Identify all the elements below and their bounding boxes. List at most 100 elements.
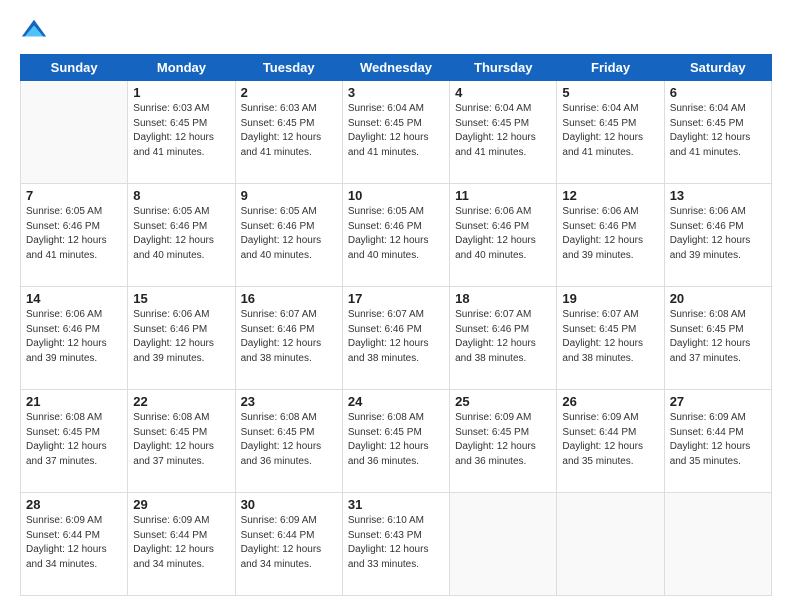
day-detail: Sunrise: 6:07 AMSunset: 6:46 PMDaylight:… bbox=[241, 308, 337, 366]
day-detail: Sunrise: 6:07 AMSunset: 6:46 PMDaylight:… bbox=[455, 308, 551, 366]
day-number: 14 bbox=[26, 291, 122, 306]
calendar-header: SundayMondayTuesdayWednesdayThursdayFrid… bbox=[21, 55, 772, 81]
day-number: 13 bbox=[670, 188, 766, 203]
day-number: 30 bbox=[241, 497, 337, 512]
calendar-cell: 2Sunrise: 6:03 AMSunset: 6:45 PMDaylight… bbox=[235, 81, 342, 184]
calendar-cell: 19Sunrise: 6:07 AMSunset: 6:45 PMDayligh… bbox=[557, 287, 664, 390]
day-number: 31 bbox=[348, 497, 444, 512]
day-detail: Sunrise: 6:04 AMSunset: 6:45 PMDaylight:… bbox=[348, 102, 444, 160]
calendar-cell bbox=[557, 493, 664, 596]
day-number: 25 bbox=[455, 394, 551, 409]
week-row-0: 1 Sunrise: 6:03 AMSunset: 6:45 PMDaylight… bbox=[21, 81, 772, 184]
calendar-cell: 6 Sunrise: 6:04 AMSunset: 6:45 PMDaylight… bbox=[664, 81, 771, 184]
day-detail: Sunrise: 6:09 AMSunset: 6:44 PMDaylight:… bbox=[133, 514, 229, 572]
calendar-cell: 10 Sunrise: 6:05 AMSunset: 6:46 PMDayligh… bbox=[342, 184, 449, 287]
day-detail: Sunrise: 6:10 AMSunset: 6:43 PMDaylight:… bbox=[348, 514, 444, 572]
calendar-cell: 14 Sunrise: 6:06 AMSunset: 6:46 PMDayligh… bbox=[21, 287, 128, 390]
day-number: 21 bbox=[26, 394, 122, 409]
day-detail: Sunrise: 6:05 AMSunset: 6:46 PMDaylight:… bbox=[26, 205, 122, 263]
day-number: 28 bbox=[26, 497, 122, 512]
calendar-cell: 28 Sunrise: 6:09 AMSunset: 6:44 PMDayligh… bbox=[21, 493, 128, 596]
day-number: 7 bbox=[26, 188, 122, 203]
day-detail: Sunrise: 6:09 AMSunset: 6:44 PMDaylight:… bbox=[562, 411, 658, 469]
header-day-wednesday: Wednesday bbox=[342, 55, 449, 81]
calendar-cell bbox=[664, 493, 771, 596]
calendar-cell: 17Sunrise: 6:07 AMSunset: 6:46 PMDayligh… bbox=[342, 287, 449, 390]
calendar-cell: 30Sunrise: 6:09 AMSunset: 6:44 PMDayligh… bbox=[235, 493, 342, 596]
header-day-monday: Monday bbox=[128, 55, 235, 81]
header-day-friday: Friday bbox=[557, 55, 664, 81]
day-number: 3 bbox=[348, 85, 444, 100]
calendar-table: SundayMondayTuesdayWednesdayThursdayFrid… bbox=[20, 54, 772, 596]
logo-icon bbox=[20, 16, 48, 44]
day-number: 10 bbox=[348, 188, 444, 203]
day-detail: Sunrise: 6:03 AMSunset: 6:45 PMDaylight:… bbox=[241, 102, 337, 160]
calendar-cell: 1Sunrise: 6:03 AMSunset: 6:45 PMDaylight… bbox=[128, 81, 235, 184]
calendar-cell: 31 Sunrise: 6:10 AMSunset: 6:43 PMDayligh… bbox=[342, 493, 449, 596]
day-detail: Sunrise: 6:08 AMSunset: 6:45 PMDaylight:… bbox=[670, 308, 766, 366]
week-row-1: 7 Sunrise: 6:05 AMSunset: 6:46 PMDaylight… bbox=[21, 184, 772, 287]
calendar-cell: 20Sunrise: 6:08 AMSunset: 6:45 PMDayligh… bbox=[664, 287, 771, 390]
calendar-cell: 11 Sunrise: 6:06 AMSunset: 6:46 PMDayligh… bbox=[450, 184, 557, 287]
day-number: 22 bbox=[133, 394, 229, 409]
day-detail: Sunrise: 6:05 AMSunset: 6:46 PMDaylight:… bbox=[133, 205, 229, 263]
calendar-cell: 26 Sunrise: 6:09 AMSunset: 6:44 PMDayligh… bbox=[557, 390, 664, 493]
header-day-sunday: Sunday bbox=[21, 55, 128, 81]
day-number: 16 bbox=[241, 291, 337, 306]
day-detail: Sunrise: 6:05 AMSunset: 6:46 PMDaylight:… bbox=[348, 205, 444, 263]
day-detail: Sunrise: 6:07 AMSunset: 6:46 PMDaylight:… bbox=[348, 308, 444, 366]
header-row: SundayMondayTuesdayWednesdayThursdayFrid… bbox=[21, 55, 772, 81]
day-number: 1 bbox=[133, 85, 229, 100]
day-number: 29 bbox=[133, 497, 229, 512]
calendar-cell: 4Sunrise: 6:04 AMSunset: 6:45 PMDaylight… bbox=[450, 81, 557, 184]
day-detail: Sunrise: 6:06 AMSunset: 6:46 PMDaylight:… bbox=[455, 205, 551, 263]
day-number: 23 bbox=[241, 394, 337, 409]
day-number: 15 bbox=[133, 291, 229, 306]
day-detail: Sunrise: 6:04 AMSunset: 6:45 PMDaylight:… bbox=[562, 102, 658, 160]
header-day-thursday: Thursday bbox=[450, 55, 557, 81]
page: SundayMondayTuesdayWednesdayThursdayFrid… bbox=[0, 0, 792, 612]
day-detail: Sunrise: 6:06 AMSunset: 6:46 PMDaylight:… bbox=[670, 205, 766, 263]
logo bbox=[20, 16, 52, 44]
day-number: 5 bbox=[562, 85, 658, 100]
day-detail: Sunrise: 6:04 AMSunset: 6:45 PMDaylight:… bbox=[670, 102, 766, 160]
day-detail: Sunrise: 6:08 AMSunset: 6:45 PMDaylight:… bbox=[26, 411, 122, 469]
calendar-cell: 25 Sunrise: 6:09 AMSunset: 6:45 PMDayligh… bbox=[450, 390, 557, 493]
day-detail: Sunrise: 6:06 AMSunset: 6:46 PMDaylight:… bbox=[562, 205, 658, 263]
week-row-4: 28 Sunrise: 6:09 AMSunset: 6:44 PMDayligh… bbox=[21, 493, 772, 596]
calendar-cell: 21 Sunrise: 6:08 AMSunset: 6:45 PMDayligh… bbox=[21, 390, 128, 493]
calendar-cell: 13 Sunrise: 6:06 AMSunset: 6:46 PMDayligh… bbox=[664, 184, 771, 287]
calendar-cell: 15Sunrise: 6:06 AMSunset: 6:46 PMDayligh… bbox=[128, 287, 235, 390]
day-number: 11 bbox=[455, 188, 551, 203]
calendar-cell bbox=[21, 81, 128, 184]
header-day-saturday: Saturday bbox=[664, 55, 771, 81]
day-number: 9 bbox=[241, 188, 337, 203]
calendar-body: 1 Sunrise: 6:03 AMSunset: 6:45 PMDaylight… bbox=[21, 81, 772, 596]
day-number: 18 bbox=[455, 291, 551, 306]
calendar-cell: 16 Sunrise: 6:07 AMSunset: 6:46 PMDayligh… bbox=[235, 287, 342, 390]
calendar-cell: 22Sunrise: 6:08 AMSunset: 6:45 PMDayligh… bbox=[128, 390, 235, 493]
day-detail: Sunrise: 6:07 AMSunset: 6:45 PMDaylight:… bbox=[562, 308, 658, 366]
day-number: 26 bbox=[562, 394, 658, 409]
day-detail: Sunrise: 6:09 AMSunset: 6:44 PMDaylight:… bbox=[670, 411, 766, 469]
day-number: 12 bbox=[562, 188, 658, 203]
calendar-cell: 5 Sunrise: 6:04 AMSunset: 6:45 PMDaylight… bbox=[557, 81, 664, 184]
header-day-tuesday: Tuesday bbox=[235, 55, 342, 81]
day-number: 4 bbox=[455, 85, 551, 100]
week-row-2: 14 Sunrise: 6:06 AMSunset: 6:46 PMDayligh… bbox=[21, 287, 772, 390]
day-detail: Sunrise: 6:09 AMSunset: 6:44 PMDaylight:… bbox=[26, 514, 122, 572]
day-number: 8 bbox=[133, 188, 229, 203]
day-detail: Sunrise: 6:06 AMSunset: 6:46 PMDaylight:… bbox=[26, 308, 122, 366]
calendar-cell: 24Sunrise: 6:08 AMSunset: 6:45 PMDayligh… bbox=[342, 390, 449, 493]
week-row-3: 21 Sunrise: 6:08 AMSunset: 6:45 PMDayligh… bbox=[21, 390, 772, 493]
calendar-cell: 7 Sunrise: 6:05 AMSunset: 6:46 PMDaylight… bbox=[21, 184, 128, 287]
day-number: 6 bbox=[670, 85, 766, 100]
calendar-cell: 8 Sunrise: 6:05 AMSunset: 6:46 PMDaylight… bbox=[128, 184, 235, 287]
day-detail: Sunrise: 6:05 AMSunset: 6:46 PMDaylight:… bbox=[241, 205, 337, 263]
day-detail: Sunrise: 6:09 AMSunset: 6:45 PMDaylight:… bbox=[455, 411, 551, 469]
day-detail: Sunrise: 6:08 AMSunset: 6:45 PMDaylight:… bbox=[348, 411, 444, 469]
header bbox=[20, 16, 772, 44]
calendar-cell: 12 Sunrise: 6:06 AMSunset: 6:46 PMDayligh… bbox=[557, 184, 664, 287]
day-detail: Sunrise: 6:08 AMSunset: 6:45 PMDaylight:… bbox=[241, 411, 337, 469]
calendar-cell: 29 Sunrise: 6:09 AMSunset: 6:44 PMDayligh… bbox=[128, 493, 235, 596]
